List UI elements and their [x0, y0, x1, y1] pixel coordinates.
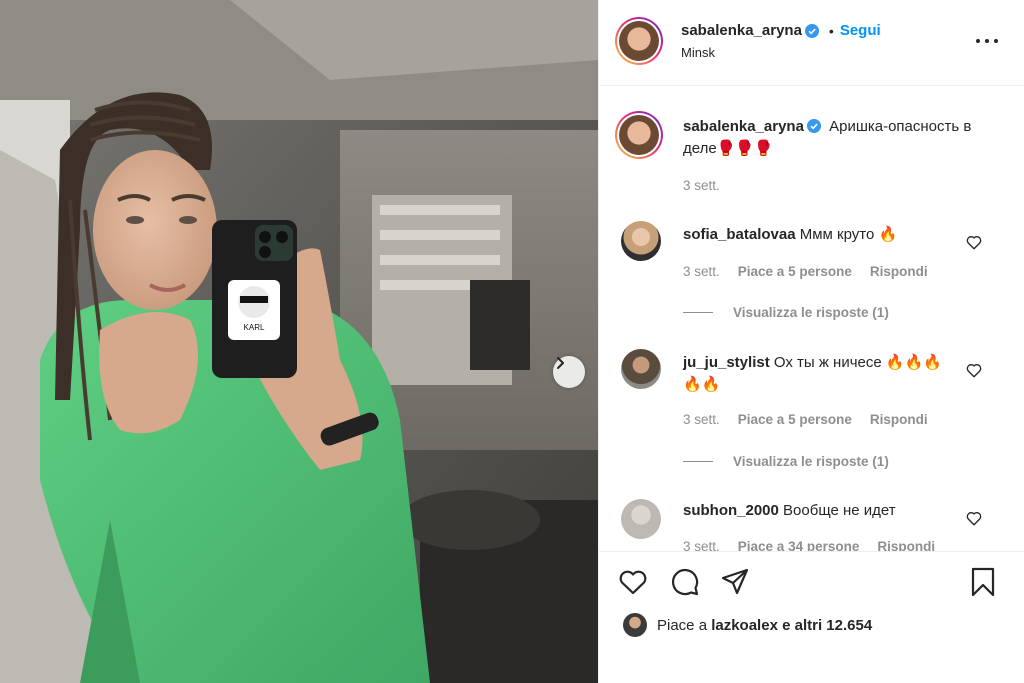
- reply-button[interactable]: Rispondi: [877, 539, 935, 551]
- comment-meta: 3 sett. Piace a 34 persone Rispondi: [683, 539, 935, 551]
- comment-row: subhon_2000 Вообще не идет: [683, 500, 953, 522]
- comment-username[interactable]: ju_ju_stylist: [683, 354, 770, 371]
- comment-time[interactable]: 3 sett.: [683, 412, 720, 427]
- reply-button[interactable]: Rispondi: [870, 412, 928, 427]
- comment-row: ju_ju_stylist Ох ты ж ничесе 🔥🔥🔥🔥🔥: [683, 352, 953, 396]
- post-header: sabalenka_aryna • Segui Minsk: [599, 0, 1024, 86]
- post-panel: sabalenka_aryna • Segui Minsk sabalenka_…: [598, 0, 1024, 683]
- comment-meta: 3 sett. Piace a 5 persone Rispondi: [683, 264, 928, 279]
- comment-likes-count[interactable]: Piace a 5 persone: [738, 264, 852, 279]
- more-icon[interactable]: [976, 34, 998, 48]
- caption-username[interactable]: sabalenka_aryna: [683, 118, 804, 135]
- likes-user[interactable]: lazkoalex: [711, 617, 778, 634]
- caption-time[interactable]: 3 sett.: [683, 178, 720, 193]
- verified-badge-icon: [804, 23, 819, 38]
- comment-username[interactable]: sofia_batalovaa: [683, 226, 796, 243]
- likes-summary[interactable]: Piace a lazkoalex e altri 12.654: [623, 613, 872, 637]
- caption-block: sabalenka_aryna Аришка-опасность в деле🥊…: [683, 116, 983, 160]
- comment-text: Ммм круто 🔥: [799, 226, 898, 243]
- verified-badge-icon: [806, 119, 821, 133]
- bookmark-icon[interactable]: [967, 566, 999, 598]
- comments-list[interactable]: sabalenka_aryna Аришка-опасность в деле🥊…: [599, 87, 1024, 551]
- phone-case-text: KARL: [244, 323, 265, 332]
- likes-count[interactable]: e altri 12.654: [778, 617, 872, 634]
- comment-text: Вообще не идет: [783, 502, 896, 519]
- post-actions: Piace a lazkoalex e altri 12.654: [599, 551, 1024, 683]
- author-avatar[interactable]: [615, 17, 663, 65]
- comment-time[interactable]: 3 sett.: [683, 264, 720, 279]
- caption-avatar[interactable]: [615, 111, 663, 159]
- comment-icon[interactable]: [669, 566, 701, 598]
- post-photo[interactable]: KARL: [0, 0, 598, 683]
- header-separator: •: [828, 22, 834, 39]
- comment-likes-count[interactable]: Piace a 5 persone: [738, 412, 852, 427]
- commenter-avatar[interactable]: [621, 499, 661, 539]
- comment-time[interactable]: 3 sett.: [683, 539, 720, 551]
- view-replies-button[interactable]: Visualizza le risposte (1): [683, 305, 889, 320]
- comment-like-heart-icon[interactable]: [965, 361, 983, 379]
- next-image-button[interactable]: [553, 356, 585, 388]
- comment-like-heart-icon[interactable]: [965, 233, 983, 251]
- comment-meta: 3 sett. Piace a 5 persone Rispondi: [683, 412, 928, 427]
- comment-username[interactable]: subhon_2000: [683, 502, 779, 519]
- commenter-avatar[interactable]: [621, 221, 661, 261]
- commenter-avatar[interactable]: [621, 349, 661, 389]
- view-replies-label: Visualizza le risposte (1): [733, 454, 889, 469]
- comment-row: sofia_batalovaa Ммм круто 🔥: [683, 224, 953, 246]
- follow-button[interactable]: Segui: [840, 22, 881, 39]
- comment-likes-count[interactable]: Piace a 34 persone: [738, 539, 860, 551]
- post-location[interactable]: Minsk: [681, 45, 715, 60]
- likes-prefix: Piace a: [657, 616, 712, 634]
- reply-button[interactable]: Rispondi: [870, 264, 928, 279]
- view-replies-label: Visualizza le risposte (1): [733, 305, 889, 320]
- share-icon[interactable]: [719, 566, 751, 598]
- view-replies-button[interactable]: Visualizza le risposte (1): [683, 454, 889, 469]
- next-arrow-icon: [557, 357, 564, 369]
- selfie-image: KARL: [0, 0, 598, 683]
- author-username[interactable]: sabalenka_aryna: [681, 22, 802, 39]
- comment-like-heart-icon[interactable]: [965, 509, 983, 527]
- liker-avatar[interactable]: [623, 613, 647, 637]
- heart-icon[interactable]: [617, 566, 649, 598]
